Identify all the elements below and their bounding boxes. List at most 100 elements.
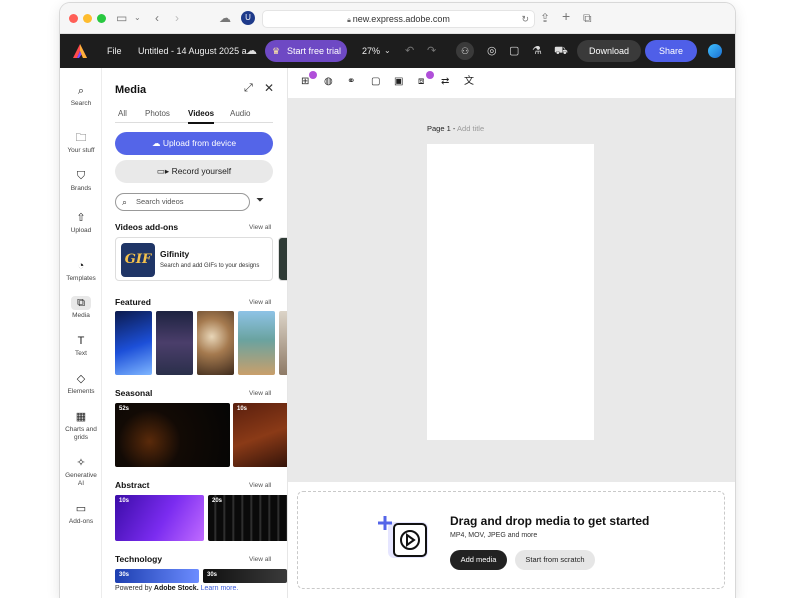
rail-item-templates[interactable]: ◔ Templates: [60, 259, 102, 283]
remove-background-icon[interactable]: ▣: [394, 76, 403, 88]
share-button[interactable]: Share: [645, 40, 697, 62]
canvas-area: ⊞ ◍ ⚭ ▢ ▣ ⧈ ⇄ 文 Page 1 - Add title Drag …: [288, 68, 735, 598]
schedule-icon[interactable]: ⛟: [554, 44, 568, 58]
add-media-button[interactable]: Add media: [450, 550, 507, 570]
close-window-button[interactable]: [69, 14, 78, 23]
share-page-icon[interactable]: ⇪: [540, 11, 550, 25]
view-all-seasonal-link[interactable]: View all: [249, 390, 271, 397]
upload-from-device-button[interactable]: ☁︎ Upload from device: [115, 132, 273, 155]
featured-video-thumb[interactable]: [156, 311, 193, 375]
address-bar[interactable]: 🔒︎ new.express.adobe.com ↻: [262, 10, 535, 28]
filter-icon[interactable]: ⏷: [256, 195, 264, 206]
rail-item-brands[interactable]: ⛉ Brands: [60, 169, 102, 193]
gifinity-addon-card[interactable]: GIF Gifinity Search and add GIFs to your…: [115, 237, 273, 281]
featured-video-thumb[interactable]: [238, 311, 275, 375]
shapes-icon[interactable]: ⚭: [347, 76, 355, 88]
abstract-video-thumb[interactable]: 10s: [115, 495, 204, 541]
tab-videos[interactable]: Videos: [188, 108, 215, 124]
search-videos-input[interactable]: ⌕ Search videos: [115, 193, 250, 211]
adobe-express-logo-icon[interactable]: [72, 43, 88, 59]
zoom-level[interactable]: 27%: [362, 46, 380, 56]
expand-icon[interactable]: ⤢: [244, 82, 253, 95]
user-avatar[interactable]: [708, 44, 722, 58]
flask-icon[interactable]: ⚗: [532, 44, 542, 58]
animate-icon[interactable]: ⧈: [418, 76, 424, 88]
featured-video-thumb[interactable]: [197, 311, 234, 375]
record-yourself-button[interactable]: ▭▸ Record yourself: [115, 160, 273, 183]
brand-icon: ⛉: [76, 170, 86, 182]
technology-video-thumb[interactable]: 30s: [203, 569, 287, 583]
tab-overview-icon[interactable]: ⧉: [583, 11, 592, 25]
reload-icon[interactable]: ↻: [521, 11, 529, 27]
drop-zone[interactable]: Drag and drop media to get started MP4, …: [297, 491, 725, 589]
footer-brand: Adobe Stock.: [153, 585, 199, 592]
video-duration: 52s: [119, 406, 130, 412]
add-media-tool-icon[interactable]: ⊞: [301, 76, 309, 88]
learn-more-link[interactable]: Learn more.: [201, 585, 239, 592]
tab-audio[interactable]: Audio: [230, 108, 250, 120]
browser-profile-avatar[interactable]: U: [241, 11, 255, 25]
zoom-chevron-down-icon[interactable]: ⌄: [384, 44, 391, 58]
maximize-window-button[interactable]: [97, 14, 106, 23]
close-icon[interactable]: ✕: [264, 81, 274, 95]
browser-window: ▭ ⌄ ‹ › ☁ U 🔒︎ new.express.adobe.com ↻ ⇪…: [60, 3, 735, 598]
rail-item-text[interactable]: T Text: [60, 334, 102, 358]
redo-icon[interactable]: ↷: [427, 44, 436, 58]
rail-item-generative-ai[interactable]: ✧ Generative AI: [60, 456, 102, 488]
frame-icon[interactable]: ▢: [371, 76, 380, 88]
resize-icon[interactable]: ⇄: [441, 76, 449, 88]
invite-user-icon[interactable]: ⚇: [456, 42, 474, 60]
record-label: Record yourself: [171, 166, 232, 176]
technology-video-thumb[interactable]: 30s: [115, 569, 199, 583]
addon-card-partial[interactable]: [278, 237, 287, 281]
media-panel: Media ⤢ ✕ All Photos Videos Audio ☁︎ Upl…: [102, 68, 288, 598]
undo-icon[interactable]: ↶: [405, 44, 414, 58]
addon-description: Search and add GIFs to your designs: [160, 263, 260, 269]
featured-video-thumb[interactable]: [115, 311, 152, 375]
cloud-sync-icon[interactable]: ☁: [246, 44, 257, 58]
abstract-title: Abstract: [115, 480, 150, 490]
minimize-window-button[interactable]: [83, 14, 92, 23]
tab-all[interactable]: All: [118, 108, 127, 120]
view-all-featured-link[interactable]: View all: [249, 299, 271, 306]
seasonal-video-thumb[interactable]: 10s: [233, 403, 287, 467]
forward-icon[interactable]: ›: [175, 11, 179, 25]
chevron-down-icon[interactable]: ⌄: [134, 11, 141, 25]
rail-item-add-ons[interactable]: ▭ Add-ons: [60, 502, 102, 526]
seasonal-video-thumb[interactable]: 52s: [115, 403, 230, 467]
videos-addons-title: Videos add-ons: [115, 222, 179, 232]
rail-item-search[interactable]: ⌕ Search: [60, 84, 102, 108]
canvas-page[interactable]: [427, 144, 594, 440]
elements-icon: ◇: [76, 373, 86, 385]
featured-video-thumb[interactable]: [279, 311, 287, 375]
view-all-addons-link[interactable]: View all: [249, 224, 271, 231]
comment-icon[interactable]: ▢: [509, 44, 519, 58]
abstract-video-thumb[interactable]: 20s: [208, 495, 287, 541]
rail-item-elements[interactable]: ◇ Elements: [60, 372, 102, 396]
new-tab-icon[interactable]: +: [562, 9, 570, 23]
start-free-trial-button[interactable]: ♛ Start free trial: [265, 40, 347, 62]
rail-item-your-stuff[interactable]: 🗀︎ Your stuff: [60, 131, 102, 155]
canvas-toolbar: ⊞ ◍ ⚭ ▢ ▣ ⧈ ⇄ 文: [288, 68, 735, 98]
video-upload-icon: [378, 516, 428, 558]
premium-badge: [426, 71, 434, 79]
rail-item-media[interactable]: ⧉ Media: [60, 296, 102, 320]
translate-icon[interactable]: 文: [464, 76, 474, 88]
rail-item-upload[interactable]: ⇧ Upload: [60, 211, 102, 235]
palette-icon[interactable]: ◍: [324, 76, 333, 88]
view-all-technology-link[interactable]: View all: [249, 556, 271, 563]
lightbulb-icon[interactable]: ◎: [487, 44, 497, 58]
back-icon[interactable]: ‹: [155, 11, 159, 25]
sidebar-toggle-icon[interactable]: ▭: [116, 11, 127, 25]
view-all-abstract-link[interactable]: View all: [249, 482, 271, 489]
rail-item-charts[interactable]: ▦ Charts and grids: [60, 410, 102, 442]
document-title[interactable]: Untitled - 14 August 2025 a...: [138, 46, 254, 56]
download-button[interactable]: Download: [577, 40, 641, 62]
add-title-link[interactable]: Add title: [457, 124, 484, 133]
templates-icon: ◔: [77, 260, 85, 272]
file-menu[interactable]: File: [107, 46, 122, 56]
tab-photos[interactable]: Photos: [145, 108, 170, 120]
rail-label-2: AI: [77, 480, 85, 487]
icloud-icon[interactable]: ☁: [219, 11, 231, 25]
start-from-scratch-button[interactable]: Start from scratch: [515, 550, 595, 570]
